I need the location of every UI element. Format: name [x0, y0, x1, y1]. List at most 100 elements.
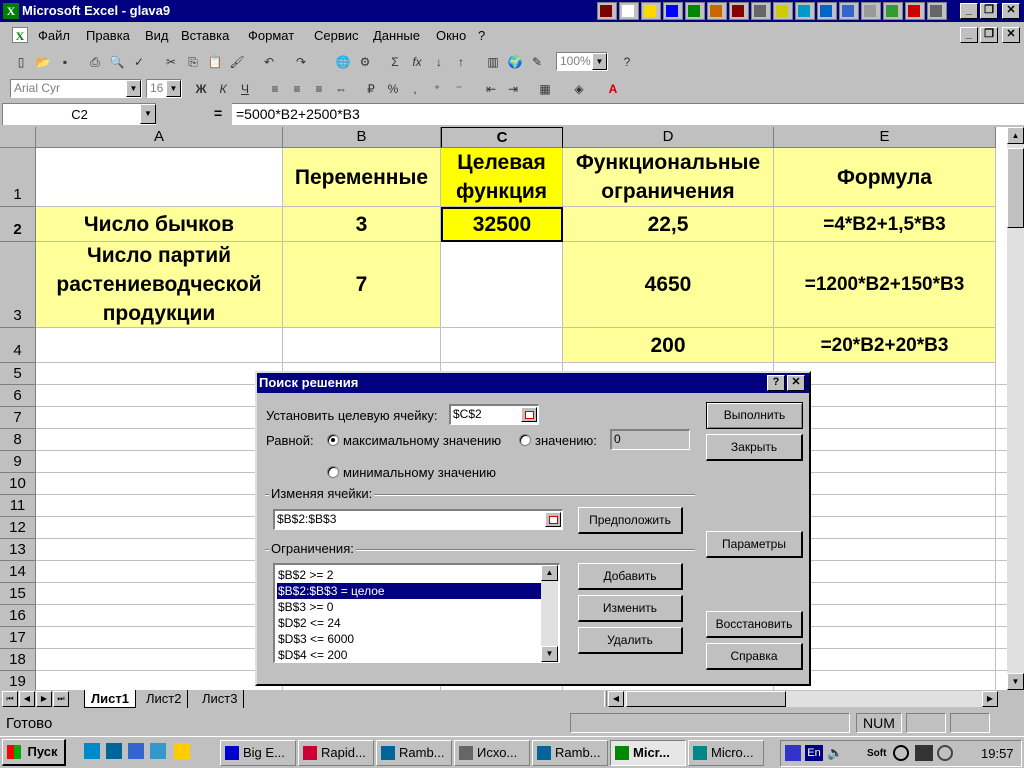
name-box[interactable]: C2 ▼ — [2, 103, 156, 125]
cell-c2-active[interactable]: 32500 — [441, 207, 563, 242]
task-button[interactable]: Исхо... — [454, 740, 530, 766]
row-header[interactable]: 15 — [0, 583, 36, 605]
borders-icon[interactable]: ▦ — [534, 79, 556, 99]
menu-data[interactable]: Данные — [373, 28, 420, 43]
task-button[interactable]: Ramb... — [376, 740, 452, 766]
cell-b3[interactable]: 7 — [283, 242, 441, 328]
cell-d1[interactable]: Функциональные ограничения — [563, 148, 774, 207]
cell-b2[interactable]: 3 — [283, 207, 441, 242]
menu-insert[interactable]: Вставка — [181, 28, 229, 43]
calc-icon[interactable] — [927, 2, 947, 20]
cut-icon[interactable]: ✂ — [160, 52, 182, 72]
chevron-down-icon[interactable]: ▼ — [166, 80, 181, 97]
constraint-item[interactable]: $D$2 <= 24 — [277, 615, 541, 631]
cell-d4[interactable]: 200 — [563, 328, 774, 363]
binder-icon[interactable] — [751, 2, 771, 20]
add-button[interactable]: Добавить — [578, 563, 683, 590]
radio-value[interactable] — [519, 434, 531, 446]
row-header[interactable]: 19 — [0, 671, 36, 690]
last-sheet-icon[interactable]: ⏭ — [53, 691, 69, 707]
scroll-thumb[interactable] — [1007, 148, 1024, 228]
decrease-decimal-icon[interactable]: ⁻ — [448, 79, 470, 99]
row-header[interactable]: 3 — [0, 242, 36, 328]
menu-format[interactable]: Формат — [248, 28, 294, 43]
cell-b4[interactable] — [283, 328, 441, 363]
constraint-item[interactable]: $D$3 <= 6000 — [277, 631, 541, 647]
percent-button[interactable]: % — [382, 79, 404, 99]
desktop-icon[interactable] — [84, 743, 100, 759]
task-button-active[interactable]: Micr... — [610, 740, 686, 766]
row-header[interactable]: 17 — [0, 627, 36, 649]
collapse-icon[interactable] — [545, 512, 561, 527]
next-sheet-icon[interactable]: ▶ — [36, 691, 52, 707]
chart-wizard-icon[interactable]: ▥ — [482, 52, 504, 72]
web-toolbar-icon[interactable]: ⚙ — [354, 52, 376, 72]
preview-icon[interactable]: 🔍 — [106, 52, 128, 72]
autosum-icon[interactable]: Σ — [384, 52, 406, 72]
row-header[interactable]: 12 — [0, 517, 36, 539]
reset-button[interactable]: Восстановить — [706, 611, 803, 638]
indent-icon[interactable]: ⇥ — [502, 79, 524, 99]
italic-button[interactable]: К — [212, 79, 234, 99]
fill-color-icon[interactable]: ◈ — [568, 79, 590, 99]
cell-a1[interactable] — [36, 148, 283, 207]
cell-e1[interactable]: Формула — [774, 148, 996, 207]
font-select[interactable]: Arial Cyr ▼ — [10, 79, 142, 98]
column-header-b[interactable]: B — [283, 127, 441, 148]
row-header[interactable]: 11 — [0, 495, 36, 517]
collapse-icon[interactable] — [521, 407, 537, 422]
list-scrollbar[interactable]: ▲ ▼ — [541, 565, 558, 662]
merge-center-icon[interactable]: ⇔ — [330, 79, 352, 99]
increase-decimal-icon[interactable]: ⁺ — [426, 79, 448, 99]
minimize-button[interactable]: _ — [960, 3, 978, 19]
row-header[interactable]: 10 — [0, 473, 36, 495]
target-cell-input[interactable]: $C$2 — [449, 404, 539, 425]
menu-help[interactable]: ? — [478, 28, 485, 43]
spelling-icon[interactable]: ✓ — [128, 52, 150, 72]
underline-button[interactable]: Ч — [234, 79, 256, 99]
folder-icon[interactable] — [641, 2, 661, 20]
key-icon[interactable] — [773, 2, 793, 20]
cell-e2[interactable]: =4*B2+1,5*B3 — [774, 207, 996, 242]
note-icon[interactable] — [619, 2, 639, 20]
prev-sheet-icon[interactable]: ◀ — [19, 691, 35, 707]
scroll-right-icon[interactable]: ▶ — [982, 691, 998, 707]
font-color-icon[interactable]: A — [602, 79, 624, 99]
task-button[interactable]: Big E... — [220, 740, 296, 766]
column-header-d[interactable]: D — [563, 127, 774, 148]
excel-icon[interactable] — [685, 2, 705, 20]
menu-edit[interactable]: Правка — [86, 28, 130, 43]
start-button[interactable]: Пуск — [2, 739, 66, 766]
bold-button[interactable]: Ж — [190, 79, 212, 99]
radio-min[interactable] — [327, 466, 339, 478]
word-icon[interactable] — [663, 2, 683, 20]
column-header-e[interactable]: E — [774, 127, 996, 148]
row-header[interactable]: 9 — [0, 451, 36, 473]
outdent-icon[interactable]: ⇤ — [480, 79, 502, 99]
channels-icon[interactable] — [150, 743, 166, 759]
hscroll-thumb[interactable] — [626, 691, 786, 707]
options-button[interactable]: Параметры — [706, 531, 803, 558]
horizontal-scrollbar[interactable]: ◀ — [608, 691, 982, 707]
currency-icon[interactable]: ₽ — [360, 79, 382, 99]
sort-asc-icon[interactable]: ↓ — [428, 52, 450, 72]
row-header[interactable]: 8 — [0, 429, 36, 451]
close-button[interactable]: ✕ — [1002, 3, 1020, 19]
help-button[interactable]: Справка — [706, 643, 803, 670]
constraint-item[interactable]: $B$2 >= 2 — [277, 567, 541, 583]
row-header[interactable]: 16 — [0, 605, 36, 627]
row-header[interactable]: 5 — [0, 363, 36, 385]
powerpoint-icon[interactable] — [707, 2, 727, 20]
cell-d2[interactable]: 22,5 — [563, 207, 774, 242]
constraint-item-selected[interactable]: $B$2:$B$3 = целое — [277, 583, 541, 599]
close-dialog-button[interactable]: Закрыть — [706, 434, 803, 461]
constraints-list[interactable]: $B$2 >= 2 $B$2:$B$3 = целое $B$3 >= 0 $D… — [273, 563, 560, 663]
task-button[interactable]: Ramb... — [532, 740, 608, 766]
help-icon[interactable]: ? — [767, 375, 785, 391]
magnifier-icon[interactable] — [937, 745, 953, 761]
format-painter-icon[interactable]: 🖌 — [226, 52, 248, 72]
cell-a4[interactable] — [36, 328, 283, 363]
tools-icon[interactable] — [883, 2, 903, 20]
clock-app-icon[interactable] — [893, 745, 909, 761]
tray-icon[interactable] — [785, 745, 801, 761]
